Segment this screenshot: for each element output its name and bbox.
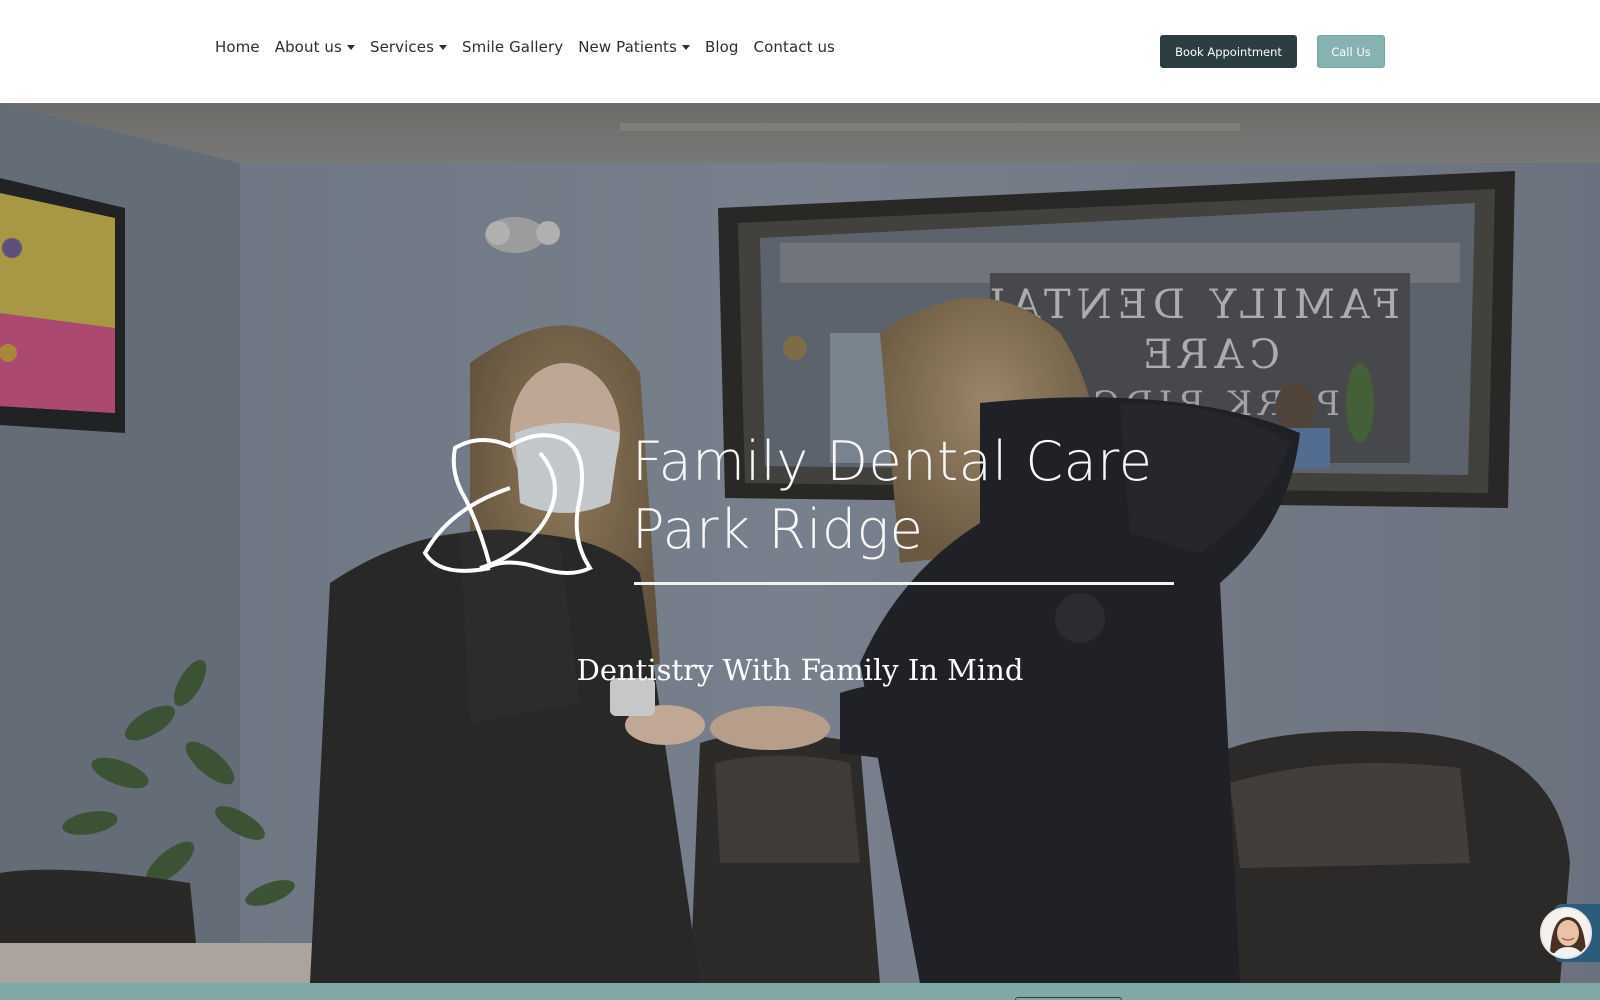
logo-line-1: Family Dental Care — [632, 430, 1153, 493]
logo-wordmark: Family Dental Care Park Ridge — [632, 428, 1152, 564]
logo-line-2: Park Ridge — [632, 498, 924, 561]
book-appointment-label: Book Appointment — [1175, 44, 1282, 59]
nav-blog-label: Blog — [704, 38, 739, 56]
tooth-logo-icon — [422, 433, 593, 575]
nav-home-label: Home — [215, 38, 260, 56]
main-nav: Home About us Services Smile Gallery New… — [215, 38, 850, 56]
nav-services-label: Services — [369, 38, 435, 56]
hero-tagline: Dentistry With Family In Mind — [576, 653, 1024, 687]
nav-blog[interactable]: Blog — [705, 38, 739, 56]
nav-home[interactable]: Home — [215, 38, 260, 56]
nav-contact-us-label: Contact us — [753, 38, 835, 56]
chat-avatar-icon[interactable] — [1540, 907, 1592, 959]
nav-new-patients[interactable]: New Patients — [578, 38, 690, 56]
nav-new-patients-label: New Patients — [578, 38, 677, 56]
call-us-label: Call Us — [1331, 44, 1371, 59]
hero-logo: Family Dental Care Park Ridge — [420, 428, 1180, 588]
hero-section: FAMILY DENTAL CARE PARK RIDGE Family Den… — [0, 103, 1600, 983]
caret-down-icon — [439, 44, 448, 50]
call-us-button[interactable]: Call Us — [1317, 35, 1385, 68]
site-header: Home About us Services Smile Gallery New… — [0, 0, 1600, 103]
nav-about-us[interactable]: About us — [275, 38, 355, 56]
bottom-band — [0, 983, 1600, 1000]
book-appointment-button[interactable]: Book Appointment — [1160, 35, 1297, 68]
nav-smile-gallery[interactable]: Smile Gallery — [462, 38, 563, 56]
caret-down-icon — [681, 44, 690, 50]
nav-about-us-label: About us — [274, 38, 342, 56]
nav-smile-gallery-label: Smile Gallery — [462, 38, 564, 56]
logo-underline — [634, 582, 1174, 585]
caret-down-icon — [346, 44, 355, 50]
nav-services[interactable]: Services — [369, 38, 448, 56]
nav-contact-us[interactable]: Contact us — [754, 38, 835, 56]
